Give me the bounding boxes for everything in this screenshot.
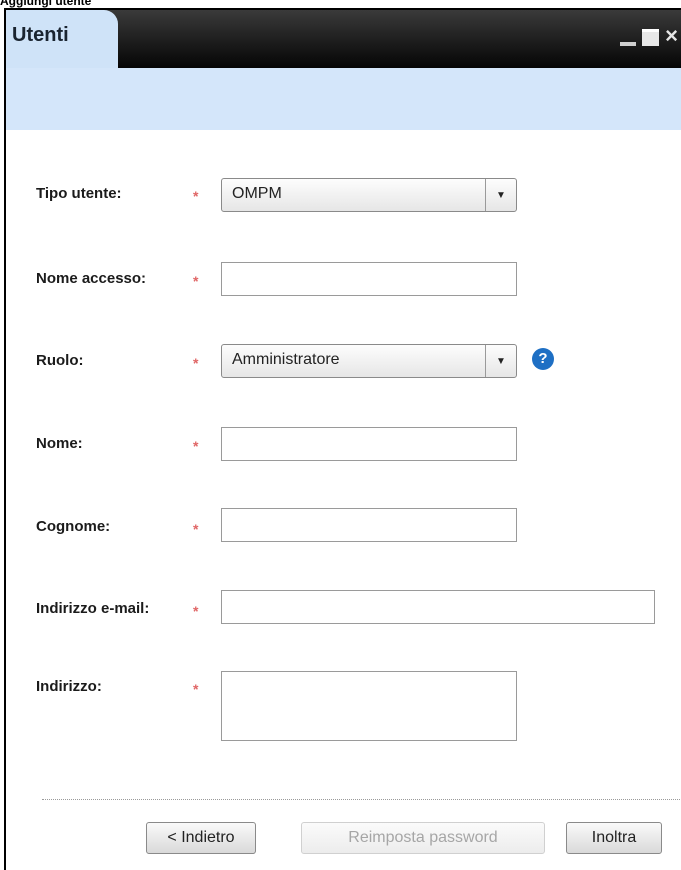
reset-password-button[interactable]: Reimposta password: [301, 822, 545, 854]
last-name-label: Cognome:: [36, 518, 111, 535]
minimize-icon[interactable]: [620, 42, 637, 46]
users-window: Utenti × Tipo utente: * OMPM ▼ Nome acce…: [4, 8, 681, 870]
role-label: Ruolo:: [36, 352, 84, 369]
page-caption: Aggiungi utente: [0, 0, 92, 8]
address-label: Indirizzo:: [36, 678, 102, 695]
back-button[interactable]: < Indietro: [146, 822, 256, 854]
window-title: Utenti: [12, 24, 69, 46]
window-title-tab: Utenti: [6, 10, 118, 68]
required-marker: *: [193, 188, 199, 204]
required-marker: *: [193, 603, 199, 619]
first-name-input[interactable]: [221, 427, 517, 461]
first-name-label: Nome:: [36, 435, 83, 452]
email-input[interactable]: [221, 590, 655, 624]
required-marker: *: [193, 681, 199, 697]
required-marker: *: [193, 521, 199, 537]
login-name-input[interactable]: [221, 262, 517, 296]
last-name-input[interactable]: [221, 508, 517, 542]
required-marker: *: [193, 355, 199, 371]
address-textarea[interactable]: [221, 671, 517, 741]
add-user-form: Tipo utente: * OMPM ▼ Nome accesso: * Ru…: [6, 130, 681, 870]
user-type-label: Tipo utente:: [36, 185, 122, 202]
chevron-down-icon[interactable]: ▼: [485, 179, 516, 211]
close-icon[interactable]: ×: [665, 25, 678, 47]
help-icon[interactable]: ?: [532, 348, 554, 370]
required-marker: *: [193, 438, 199, 454]
role-value: Amministratore: [232, 351, 340, 368]
role-select[interactable]: Amministratore ▼: [221, 344, 517, 378]
email-label: Indirizzo e-mail:: [36, 600, 150, 617]
user-type-select[interactable]: OMPM ▼: [221, 178, 517, 212]
maximize-icon[interactable]: [642, 28, 660, 46]
window-header-band: [6, 68, 681, 130]
window-titlebar: Utenti ×: [6, 10, 681, 68]
login-name-label: Nome accesso:: [36, 270, 147, 287]
footer-divider: [42, 799, 681, 800]
required-marker: *: [193, 273, 199, 289]
window-controls: ×: [620, 25, 678, 47]
submit-button[interactable]: Inoltra: [566, 822, 662, 854]
user-type-value: OMPM: [232, 185, 282, 202]
chevron-down-icon[interactable]: ▼: [485, 345, 516, 377]
